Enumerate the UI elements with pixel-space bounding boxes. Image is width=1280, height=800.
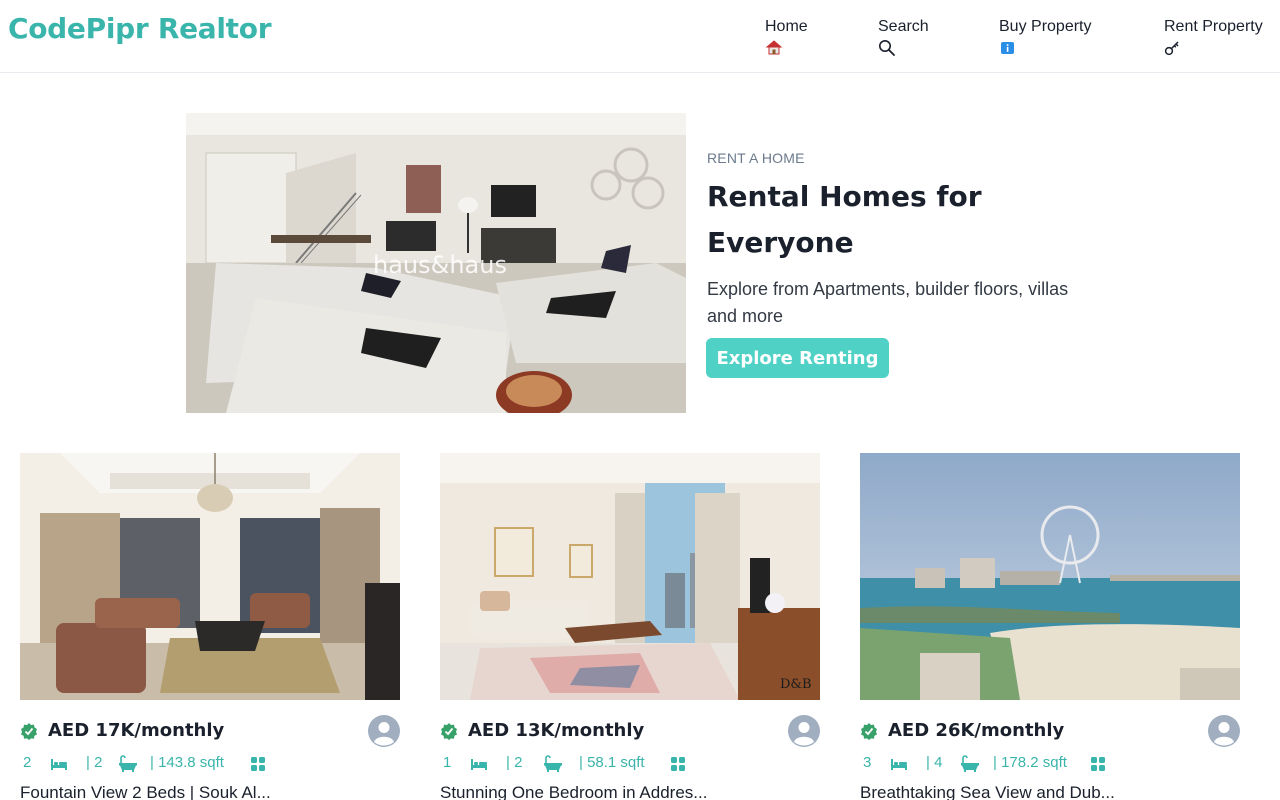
property-photo: D&B <box>440 453 820 700</box>
navbar: CodePipr Realtor Home Search Buy Propert… <box>0 0 1280 73</box>
listing-title[interactable]: Stunning One Bedroom in Addres... <box>440 783 707 800</box>
listing-title[interactable]: Fountain View 2 Beds | Souk Al... <box>20 783 271 800</box>
baths-count: | 2 <box>506 754 523 771</box>
nav-buy-property[interactable]: Buy Property <box>999 18 1091 57</box>
area-size: | 143.8 sqft <box>150 754 224 771</box>
user-avatar-icon[interactable] <box>1208 715 1240 747</box>
verified-check-icon <box>861 723 877 740</box>
grid-icon <box>671 757 685 771</box>
nav-buy-label: Buy Property <box>999 18 1092 35</box>
baths-count: | 4 <box>926 754 943 771</box>
bath-icon <box>544 755 562 772</box>
price-row: AED 13K/monthly <box>440 715 820 749</box>
price-row: AED 17K/monthly <box>20 715 400 749</box>
nav-search-label: Search <box>878 18 929 35</box>
listing-stats: 2 | 2 | 143.8 sqft <box>20 754 400 776</box>
bath-icon <box>119 755 137 772</box>
hero-image: haus&haus <box>186 113 686 413</box>
brand-logo[interactable]: CodePipr Realtor <box>8 12 272 45</box>
nav-rent-property[interactable]: Rent Property <box>1164 18 1263 57</box>
hero-text: RENT A HOME Rental Homes for Everyone Ex… <box>707 150 1107 330</box>
hero-kicker: RENT A HOME <box>707 150 805 166</box>
hero-description: Explore from Apartments, builder floors,… <box>707 279 1069 326</box>
grid-icon <box>1091 757 1105 771</box>
nav-home-label: Home <box>765 18 808 35</box>
rooms-count: 1 <box>443 754 452 771</box>
listing-stats: 1 | 2 | 58.1 sqft <box>440 754 820 776</box>
info-icon <box>1001 42 1014 54</box>
baths-count: | 2 <box>86 754 103 771</box>
hero-title: Rental Homes for Everyone <box>707 180 982 259</box>
search-icon <box>879 40 895 56</box>
property-card[interactable]: D&B AED 13K/monthly 1 | 2 | 58.1 sqft St… <box>440 453 820 800</box>
key-icon <box>1164 41 1179 56</box>
property-photo <box>20 453 400 700</box>
listing-title[interactable]: Breathtaking Sea View and Dub... <box>860 783 1115 800</box>
property-photo <box>860 453 1240 700</box>
bed-icon <box>471 759 487 770</box>
rooms-count: 3 <box>863 754 872 771</box>
listing-price: AED 17K/monthly <box>48 720 225 741</box>
user-avatar-icon[interactable] <box>788 715 820 747</box>
listing-price: AED 13K/monthly <box>468 720 645 741</box>
user-avatar-icon[interactable] <box>368 715 400 747</box>
rooms-count: 2 <box>23 754 32 771</box>
listing-price: AED 26K/monthly <box>888 720 1065 741</box>
explore-renting-button[interactable]: Explore Renting <box>706 338 889 378</box>
nav-search[interactable]: Search <box>878 18 929 57</box>
bath-icon <box>961 755 979 772</box>
bed-icon <box>891 759 907 770</box>
living-room-photo: haus&haus <box>186 113 686 413</box>
area-size: | 178.2 sqft <box>993 754 1067 771</box>
property-card[interactable]: AED 17K/monthly 2 | 2 | 143.8 sqft Fount… <box>20 453 400 800</box>
listing-stats: 3 | 4 | 178.2 sqft <box>860 754 1240 776</box>
bed-icon <box>51 759 67 770</box>
nav-rent-label: Rent Property <box>1164 18 1263 35</box>
home-icon <box>765 40 783 55</box>
grid-icon <box>251 757 265 771</box>
svg-text:D&B: D&B <box>780 677 812 692</box>
verified-check-icon <box>21 723 37 740</box>
property-card[interactable]: AED 26K/monthly 3 | 4 | 178.2 sqft Breat… <box>860 453 1240 800</box>
verified-check-icon <box>441 723 457 740</box>
price-row: AED 26K/monthly <box>860 715 1240 749</box>
nav-home[interactable]: Home <box>765 18 808 57</box>
hero-watermark: haus&haus <box>373 251 507 279</box>
area-size: | 58.1 sqft <box>579 754 645 771</box>
